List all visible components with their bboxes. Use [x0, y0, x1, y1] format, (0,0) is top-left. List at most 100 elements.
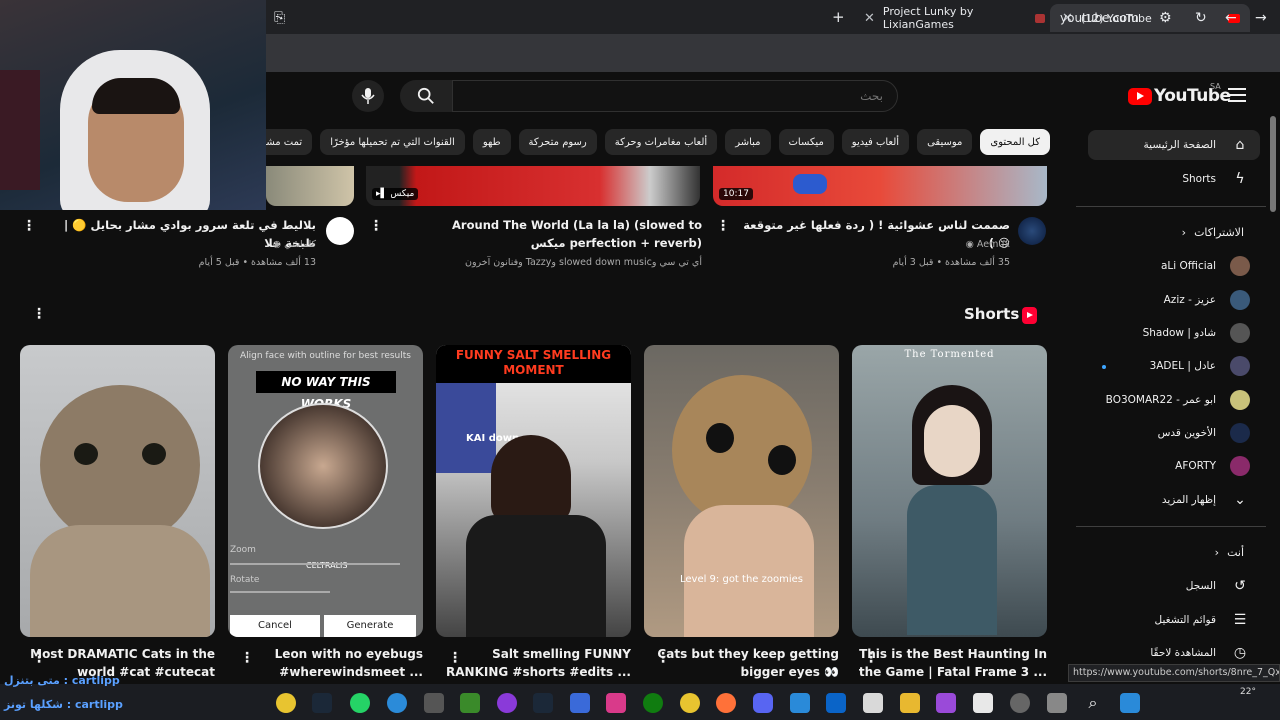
- app-icon[interactable]: [606, 693, 626, 713]
- chip-mixes[interactable]: ميكسات: [778, 129, 834, 155]
- tab-project-lunky[interactable]: ✕ Project Lunky by LixianGames: [860, 4, 1045, 32]
- video-thumbnail[interactable]: [266, 166, 354, 206]
- avatar: [1230, 390, 1250, 410]
- chip-recently-uploaded[interactable]: القنوات التي تم تحميلها مؤخرًا: [320, 129, 465, 155]
- app-icon[interactable]: [936, 693, 956, 713]
- app-icon[interactable]: [1010, 693, 1030, 713]
- windows-start-icon[interactable]: [1120, 693, 1140, 713]
- short-card[interactable]: FUNNY SALT SMELLING MOMENT KAI down: [436, 345, 631, 637]
- more-options-icon[interactable]: ⋮: [716, 218, 730, 234]
- app-icon[interactable]: [570, 693, 590, 713]
- app-icon[interactable]: [973, 693, 993, 713]
- whatsapp-icon[interactable]: [350, 693, 370, 713]
- microphone-icon: [361, 88, 375, 104]
- chip-video-games[interactable]: ألعاب فيديو: [841, 129, 910, 155]
- zoom-slider[interactable]: [230, 563, 400, 565]
- subscription-item[interactable]: Aziz - عزيز: [1088, 285, 1260, 315]
- app-icon[interactable]: [790, 693, 810, 713]
- more-options-icon[interactable]: ⋮: [369, 218, 383, 234]
- you-header[interactable]: › أنت: [1215, 546, 1244, 559]
- subscription-item[interactable]: aLi Official: [1088, 251, 1260, 281]
- more-options-icon[interactable]: ⋮: [448, 650, 462, 666]
- video-thumbnail[interactable]: ▸▌ ميكس: [366, 166, 700, 206]
- folder-icon[interactable]: [900, 693, 920, 713]
- avatar: [1230, 290, 1250, 310]
- show-more-button[interactable]: إظهار المزيد ⌄: [1088, 485, 1260, 515]
- chrome-icon[interactable]: [276, 693, 296, 713]
- firefox-icon[interactable]: [716, 693, 736, 713]
- app-icon[interactable]: [424, 693, 444, 713]
- more-options-icon[interactable]: ⋮: [22, 218, 36, 234]
- new-tab-button[interactable]: +: [832, 8, 845, 26]
- more-options-icon[interactable]: ⋮: [656, 650, 670, 666]
- search-input[interactable]: [453, 81, 897, 111]
- more-options-icon[interactable]: ⋮: [32, 650, 46, 666]
- steam-icon[interactable]: [533, 693, 553, 713]
- xbox-icon[interactable]: [643, 693, 663, 713]
- chip-cooking[interactable]: طهو: [472, 129, 511, 155]
- cat-eye: [768, 445, 796, 475]
- character-face: [924, 405, 980, 477]
- chip-music[interactable]: موسيقى: [917, 129, 973, 155]
- sidebar-item-shorts[interactable]: Shorts ϟ: [1088, 164, 1260, 194]
- shorts-section-title: Shorts: [964, 305, 1020, 323]
- short-card[interactable]: [20, 345, 215, 637]
- site-settings-icon[interactable]: ⚙: [1159, 10, 1172, 26]
- subscription-item[interactable]: BO3OMAR22 - ابو عمر: [1088, 385, 1260, 415]
- edge-icon[interactable]: [387, 693, 407, 713]
- sidebar-item-home[interactable]: الصفحة الرئيسية ⌂: [1088, 130, 1260, 160]
- cat-head: [40, 385, 200, 545]
- subscription-item[interactable]: الأخوين قدس: [1088, 418, 1260, 448]
- back-icon[interactable]: ←: [1225, 10, 1237, 26]
- short-card[interactable]: Level 9: got the zoomies: [644, 345, 839, 637]
- subscriptions-header[interactable]: › الاشتراكات: [1182, 226, 1244, 239]
- rotate-slider[interactable]: [230, 591, 330, 593]
- background-shelf: [436, 383, 496, 473]
- app-icon[interactable]: [863, 693, 883, 713]
- voice-search-button[interactable]: [352, 80, 384, 112]
- more-options-icon[interactable]: ⋮: [864, 650, 878, 666]
- generate-button[interactable]: Generate: [324, 615, 416, 637]
- subscription-item[interactable]: Shadow | شادو: [1088, 318, 1260, 348]
- task-view-icon[interactable]: [1047, 693, 1067, 713]
- chair: [0, 70, 40, 190]
- share-icon[interactable]: ⎘: [274, 10, 285, 26]
- chip-all[interactable]: كل المحتوى: [980, 129, 1050, 155]
- webcam-overlay: [0, 0, 266, 210]
- discord-icon[interactable]: [753, 693, 773, 713]
- short-card[interactable]: The Tormented: [852, 345, 1047, 637]
- forward-icon[interactable]: →: [1255, 10, 1267, 26]
- chip-live[interactable]: مباشر: [725, 129, 771, 155]
- subscription-item[interactable]: 3ADEL | عادل: [1088, 351, 1260, 381]
- url-field[interactable]: youtube.com: [1060, 11, 1139, 25]
- youtube-logo[interactable]: YouTube SA: [1128, 82, 1231, 106]
- more-options-icon[interactable]: ⋮: [32, 306, 46, 322]
- scrollbar[interactable]: [1270, 116, 1276, 212]
- more-options-icon[interactable]: ⋮: [240, 650, 254, 666]
- chrome-icon[interactable]: [680, 693, 700, 713]
- sidebar-item-history[interactable]: السجل ↺: [1088, 571, 1260, 601]
- search-button[interactable]: [400, 80, 452, 112]
- close-tab-icon[interactable]: ✕: [864, 11, 875, 26]
- short-card[interactable]: Align face with outline for best results…: [228, 345, 423, 637]
- youtube-play-icon: [1128, 87, 1152, 105]
- steam-icon[interactable]: [312, 693, 332, 713]
- shorts-icon: [1022, 307, 1037, 324]
- chip-animation[interactable]: رسوم متحركة: [518, 129, 597, 155]
- avatar[interactable]: [1018, 217, 1046, 245]
- search-icon[interactable]: ⌕: [1083, 693, 1103, 713]
- outlook-icon[interactable]: [826, 693, 846, 713]
- mix-icon: ▸▌: [376, 189, 388, 199]
- chip-action-adventure[interactable]: ألعاب مغامرات وحركة: [604, 129, 718, 155]
- avatar[interactable]: [326, 217, 354, 245]
- cancel-button[interactable]: Cancel: [230, 615, 320, 637]
- weather-temp: 22°: [1240, 687, 1256, 697]
- sidebar-item-playlists[interactable]: قوائم التشغيل ☰: [1088, 605, 1260, 635]
- reload-icon[interactable]: ↻: [1195, 10, 1207, 26]
- minecraft-icon[interactable]: [460, 693, 480, 713]
- app-icon[interactable]: [497, 693, 517, 713]
- subscription-item[interactable]: AFORTY: [1088, 451, 1260, 481]
- face-preview: [258, 403, 388, 529]
- video-thumbnail[interactable]: 10:17: [713, 166, 1047, 206]
- search-field[interactable]: [452, 80, 898, 112]
